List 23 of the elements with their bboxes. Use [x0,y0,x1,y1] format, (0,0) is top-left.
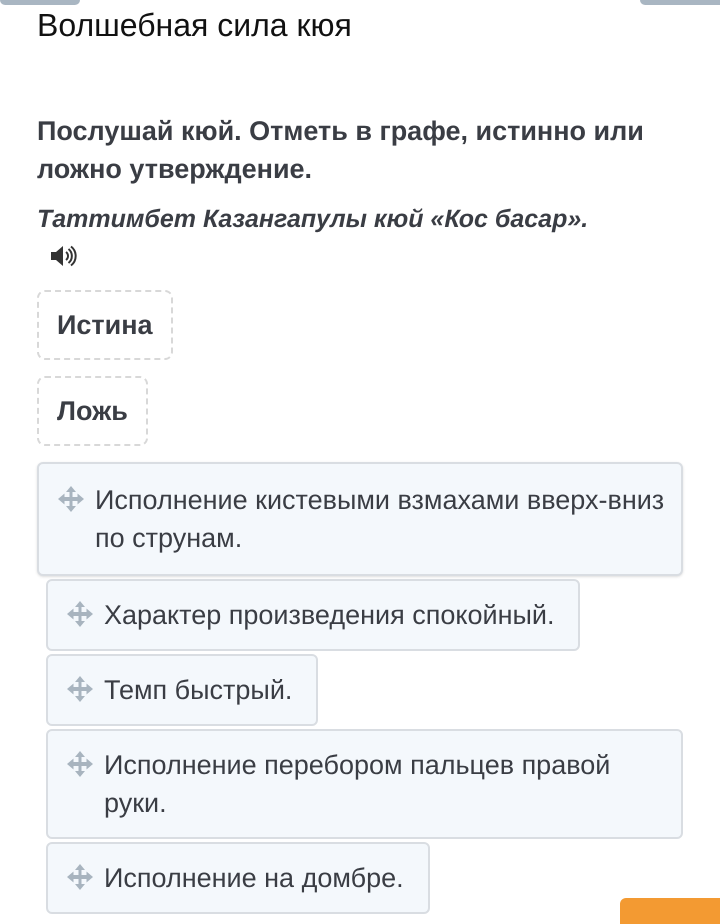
statement-text: Темп быстрый. [104,674,292,707]
speaker-icon[interactable] [49,244,77,268]
statement-text: Характер произведения спокойный. [104,599,554,632]
statement-card[interactable]: Исполнение на домбре. [46,842,430,914]
move-icon [66,863,94,891]
page-title: Волшебная сила кюя [37,6,353,45]
statement-text: Исполнение на домбре. [104,862,404,895]
move-icon [57,485,85,513]
move-icon [66,600,94,628]
drop-zone[interactable]: Истина [37,290,173,360]
move-icon [66,675,94,703]
statement-card[interactable]: Темп быстрый. [46,654,318,726]
question-text: Послушай кюй. Отметь в графе, истинно или ложно утверждение. [37,115,645,186]
drop-zone[interactable]: Ложь [37,376,148,446]
statement-text: Исполнение перебором пальцев правой руки. [104,749,612,820]
statement-card[interactable]: Характер произведения спокойный. [46,579,580,651]
statement-card[interactable]: Исполнение перебором пальцев правой руки. [46,729,683,839]
statement-text: Исполнение кистевыми взмахами вверх-вниз по струнам. [95,484,666,555]
piece-title: Таттимбет Казангапулы кюй «Кос басар». [37,204,590,235]
top-tab-edge[interactable] [0,0,80,5]
statement-card[interactable]: Исполнение кистевыми взмахами вверх-вниз по струнам. [37,462,683,576]
top-tab-edge[interactable] [640,0,720,5]
move-icon [66,750,94,778]
